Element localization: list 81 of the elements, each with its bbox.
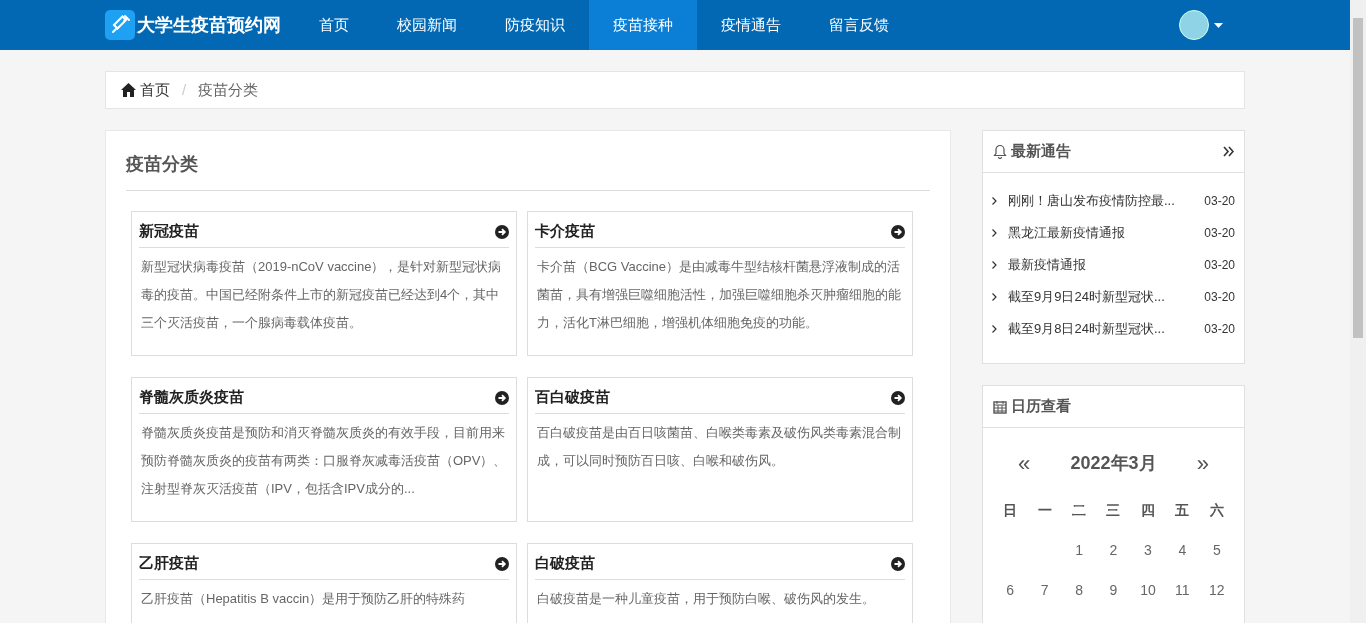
arrow-circle-icon[interactable] xyxy=(891,556,905,571)
syringe-logo-icon xyxy=(105,10,135,40)
chevron-icon xyxy=(992,197,997,205)
notice-date: 03-20 xyxy=(1204,193,1235,210)
weekday-label: 五 xyxy=(1174,500,1191,520)
nav-tab[interactable]: 校园新闻 xyxy=(373,0,481,50)
chevron-icon xyxy=(992,293,997,301)
calendar-day[interactable]: 12 xyxy=(1199,570,1234,610)
notice-date: 03-20 xyxy=(1204,321,1235,338)
nav-tab[interactable]: 防疫知识 xyxy=(481,0,589,50)
calendar-day[interactable]: 11 xyxy=(1165,570,1200,610)
section-title: 疫苗分类 xyxy=(126,151,930,191)
calendar-day[interactable]: 9 xyxy=(1096,570,1131,610)
card-title[interactable]: 脊髓灰质炎疫苗 xyxy=(139,386,244,409)
user-avatar[interactable] xyxy=(1179,10,1209,40)
calendar-day[interactable]: 3 xyxy=(1130,530,1166,570)
scrollbar[interactable] xyxy=(1350,0,1366,623)
next-month-button[interactable]: » xyxy=(1196,446,1209,480)
notice-item[interactable]: 最新疫情通报 03-20 xyxy=(992,249,1235,281)
nav-tab[interactable]: 疫苗接种 xyxy=(589,0,697,50)
breadcrumb-separator: / xyxy=(182,79,187,100)
card-title[interactable]: 白破疫苗 xyxy=(535,552,595,575)
calendar-day[interactable]: 6 xyxy=(993,570,1028,610)
calendar-icon xyxy=(993,399,1007,414)
notice-item[interactable]: 截至9月8日24时新型冠状... 03-20 xyxy=(992,313,1235,345)
caret-icon[interactable] xyxy=(1214,22,1223,28)
notice-date: 03-20 xyxy=(1204,289,1235,306)
notice-title: 最新疫情通报 xyxy=(1008,256,1087,275)
calendar-day[interactable]: 10 xyxy=(1130,570,1166,610)
calendar-day[interactable]: 5 xyxy=(1199,530,1234,570)
notice-item[interactable]: 截至9月9日24时新型冠状... 03-20 xyxy=(992,281,1235,313)
notice-title: 黑龙江最新疫情通报 xyxy=(1008,224,1126,243)
calendar-day[interactable]: 7 xyxy=(1027,570,1062,610)
card-description: 乙肝疫苗（Hepatitis B vaccin）是用于预防乙肝的特殊药 xyxy=(140,590,467,608)
calendar-day[interactable]: 1 xyxy=(1061,530,1097,570)
card-description: 百白破疫苗是由百日咳菌苗、白喉类毒素及破伤风类毒素混合制成，可以同时预防百日咳、白喉和破伤风。 xyxy=(536,424,902,470)
home-icon xyxy=(121,83,136,97)
card-description: 新型冠状病毒疫苗（2019-nCoV vaccine），是针对新型冠状病毒的疫苗。中国已经附条件上市的新冠疫苗已经达到4个，其中三个灭活疫苗，一个腺病毒载体疫苗。 xyxy=(140,258,503,332)
card-title[interactable]: 新冠疫苗 xyxy=(139,220,199,243)
breadcrumb-current: 疫苗分类 xyxy=(198,79,259,100)
bell-icon xyxy=(993,144,1007,159)
panel-title: 日历查看 xyxy=(1011,396,1071,417)
chevron-icon xyxy=(992,261,997,269)
arrow-circle-icon[interactable] xyxy=(495,556,509,571)
arrow-circle-icon[interactable] xyxy=(495,224,509,239)
weekday-label: 一 xyxy=(1036,500,1053,520)
nav-tab[interactable]: 留言反馈 xyxy=(805,0,913,50)
card-description: 卡介苗（BCG Vaccine）是由减毒牛型结核杆菌悬浮液制成的活菌苗，具有增强巨噬细胞活性，加强巨噬细胞杀灭肿瘤细胞的能力，活化T淋巴细胞，增强机体细胞免疫的功能。 xyxy=(536,258,902,332)
panel-title: 最新通告 xyxy=(1011,141,1071,162)
arrow-circle-icon[interactable] xyxy=(495,390,509,405)
home-link[interactable]: 首页 xyxy=(121,78,170,102)
notice-date: 03-20 xyxy=(1204,225,1235,242)
weekday-label: 三 xyxy=(1105,500,1122,520)
card-title[interactable]: 乙肝疫苗 xyxy=(139,552,199,575)
weekday-label: 日 xyxy=(1002,500,1019,520)
calendar-day[interactable]: 4 xyxy=(1165,530,1200,570)
nav-tab[interactable]: 首页 xyxy=(295,0,373,50)
card-title[interactable]: 百白破疫苗 xyxy=(535,386,610,409)
nav-tab[interactable]: 疫情通告 xyxy=(697,0,805,50)
chevron-icon xyxy=(992,325,997,333)
notice-title: 截至9月9日24时新型冠状... xyxy=(1008,288,1166,307)
chevron-icon xyxy=(992,229,997,237)
calendar-day[interactable]: 2 xyxy=(1096,530,1131,570)
card-description: 脊髓灰质炎疫苗是预防和消灭脊髓灰质炎的有效手段，目前用来预防脊髓灰质炎的疫苗有两类：口服脊灰减毒活疫苗（OPV）、注射型脊灰灭活疫苗（IPV，包括含IPV成分的... xyxy=(140,424,508,498)
notice-title: 刚刚！唐山发布疫情防控最... xyxy=(1008,192,1176,211)
double-chevron-icon[interactable] xyxy=(1223,146,1234,157)
card-description: 白破疫苗是一种儿童疫苗，用于预防白喉、破伤风的发生。 xyxy=(536,590,876,608)
calendar-month: 2022年3月 xyxy=(1070,451,1157,475)
weekday-label: 六 xyxy=(1208,500,1225,520)
card-title[interactable]: 卡介疫苗 xyxy=(535,220,595,243)
site-title[interactable]: 大学生疫苗预约网 xyxy=(137,11,281,39)
arrow-circle-icon[interactable] xyxy=(891,390,905,405)
notice-item[interactable]: 刚刚！唐山发布疫情防控最... 03-20 xyxy=(992,185,1235,217)
weekday-label: 二 xyxy=(1071,500,1088,520)
calendar-day[interactable]: 8 xyxy=(1061,570,1097,610)
previous-month-button[interactable]: « xyxy=(1018,446,1031,480)
arrow-circle-icon[interactable] xyxy=(891,224,905,239)
notice-title: 截至9月8日24时新型冠状... xyxy=(1008,320,1166,339)
weekday-label: 四 xyxy=(1139,500,1156,520)
notice-date: 03-20 xyxy=(1204,257,1235,274)
notice-item[interactable]: 黑龙江最新疫情通报 03-20 xyxy=(992,217,1235,249)
